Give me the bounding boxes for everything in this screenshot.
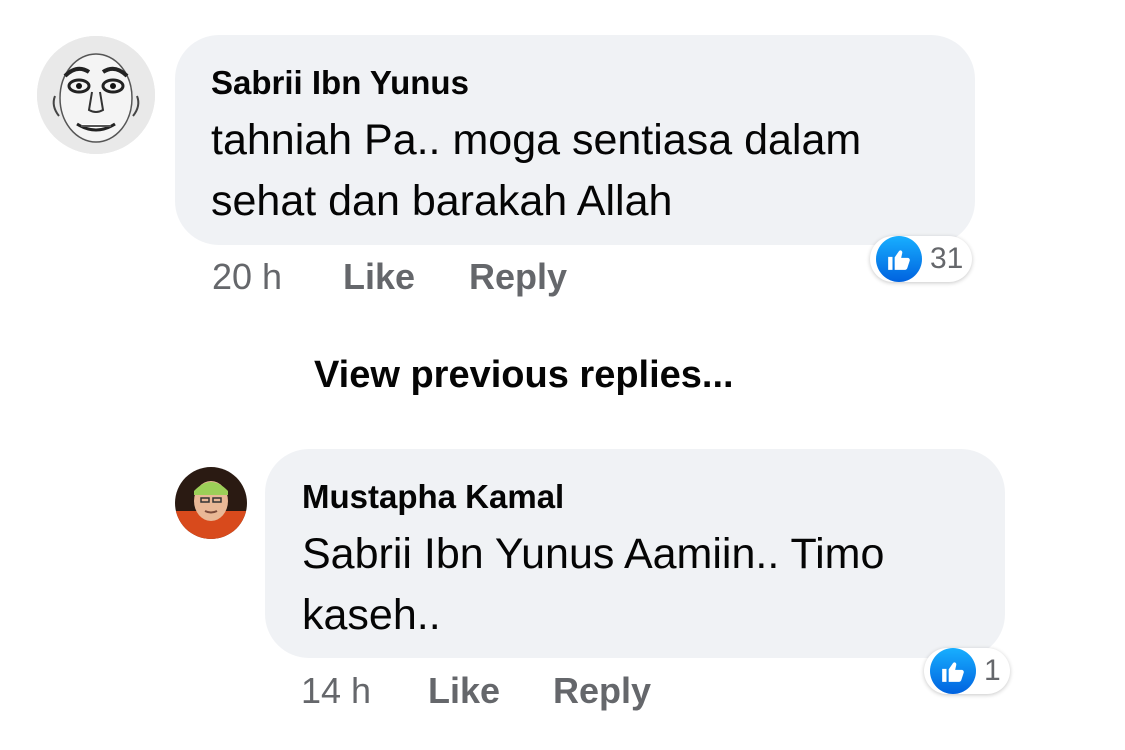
avatar-photo-image	[175, 467, 247, 539]
comment-author[interactable]: Sabrii Ibn Yunus	[211, 64, 469, 102]
avatar[interactable]	[37, 36, 155, 154]
reply-button[interactable]: Reply	[469, 256, 567, 298]
avatar[interactable]	[175, 467, 247, 539]
comment-author[interactable]: Mustapha Kamal	[302, 478, 564, 516]
avatar-sketch-face-image	[37, 36, 155, 154]
comment-text-line: sehat dan barakah Allah	[211, 177, 673, 225]
comment-text-line: kaseh..	[302, 591, 441, 639]
reaction-summary[interactable]: 1	[924, 648, 1010, 694]
comment-timestamp[interactable]: 14 h	[301, 670, 371, 712]
like-button[interactable]: Like	[343, 256, 415, 298]
thumbs-up-icon	[930, 648, 976, 694]
reply-button[interactable]: Reply	[553, 670, 651, 712]
reaction-count: 31	[930, 242, 964, 275]
comment-timestamp[interactable]: 20 h	[212, 256, 282, 298]
comment-thread: Sabrii Ibn Yunus tahniah Pa.. moga senti…	[0, 0, 1125, 750]
comment-text-line: Sabrii Ibn Yunus Aamiin.. Timo	[302, 530, 885, 578]
comment-text-line: tahniah Pa.. moga sentiasa dalam	[211, 116, 862, 164]
reaction-summary[interactable]: 31	[870, 236, 973, 282]
view-previous-replies-link[interactable]: View previous replies...	[314, 354, 734, 397]
thumbs-up-icon	[876, 236, 922, 282]
like-button[interactable]: Like	[428, 670, 500, 712]
reaction-count: 1	[984, 654, 1001, 687]
